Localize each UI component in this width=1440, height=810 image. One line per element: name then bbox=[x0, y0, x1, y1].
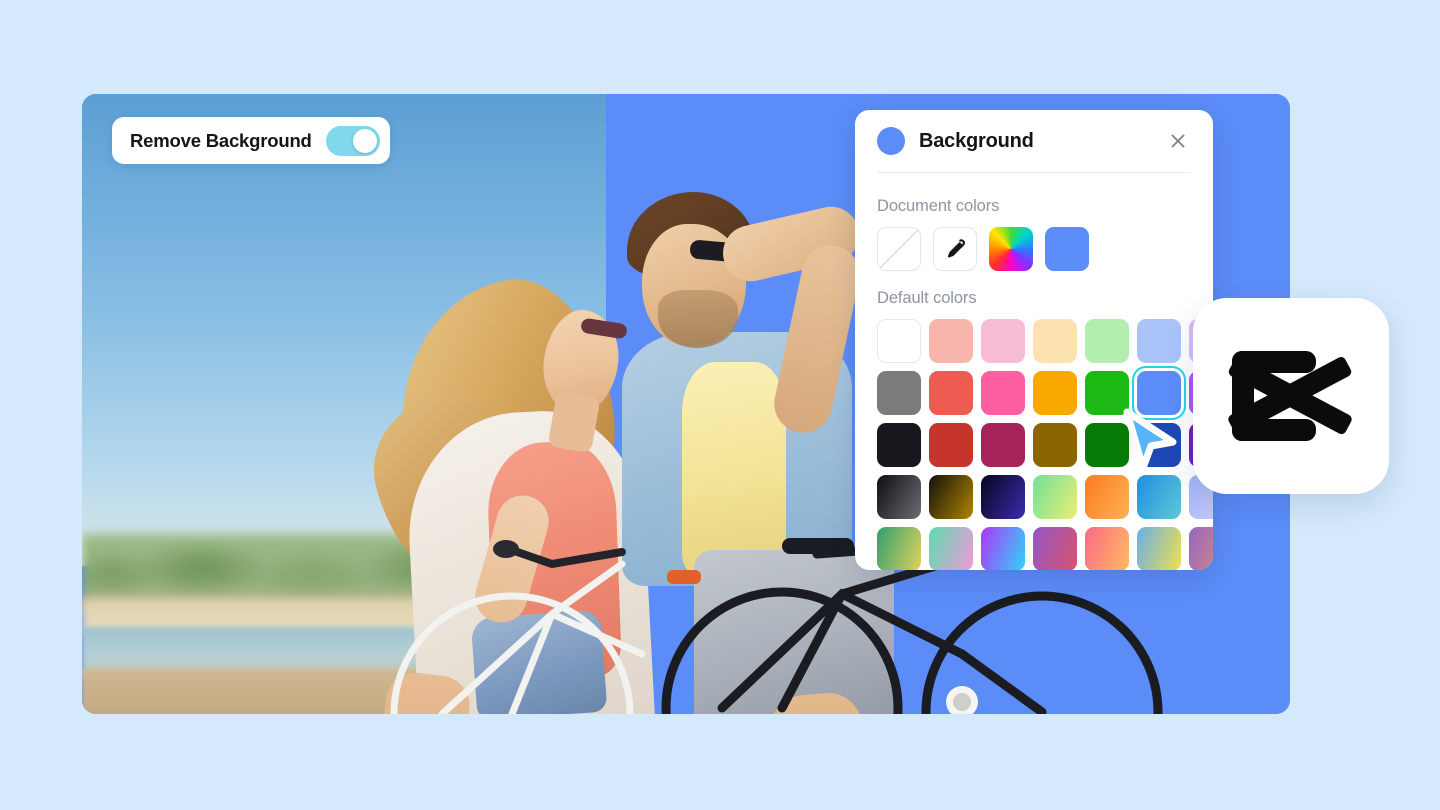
color-swatch[interactable] bbox=[877, 319, 921, 363]
panel-title: Background bbox=[919, 129, 1034, 152]
toggle-knob bbox=[352, 128, 377, 153]
color-swatch[interactable] bbox=[1085, 475, 1129, 519]
color-swatch[interactable] bbox=[929, 423, 973, 467]
current-color-swatch[interactable] bbox=[877, 127, 905, 155]
remove-background-toggle[interactable] bbox=[325, 125, 380, 156]
color-swatch[interactable] bbox=[929, 319, 973, 363]
color-swatch[interactable] bbox=[1137, 423, 1181, 467]
color-swatch[interactable] bbox=[1033, 319, 1077, 363]
color-swatch[interactable] bbox=[1085, 371, 1129, 415]
color-swatch[interactable] bbox=[1033, 475, 1077, 519]
color-swatch[interactable] bbox=[1033, 371, 1077, 415]
color-swatch[interactable] bbox=[877, 475, 921, 519]
color-wheel-swatch[interactable] bbox=[989, 227, 1033, 271]
color-swatch[interactable] bbox=[1085, 423, 1129, 467]
color-swatch[interactable] bbox=[981, 319, 1025, 363]
color-swatch[interactable] bbox=[1189, 527, 1213, 570]
capcut-logo bbox=[1228, 351, 1352, 441]
capcut-logo-card bbox=[1193, 298, 1389, 494]
close-icon[interactable] bbox=[1165, 128, 1191, 154]
color-swatch[interactable] bbox=[1137, 527, 1181, 570]
swatch-none[interactable] bbox=[877, 227, 921, 271]
color-swatch-selected[interactable] bbox=[1132, 366, 1186, 420]
remove-background-control[interactable]: Remove Background bbox=[112, 117, 390, 164]
default-colors-grid bbox=[877, 319, 1213, 570]
background-panel-body: Document colors Default colors bbox=[855, 173, 1213, 570]
color-swatch[interactable] bbox=[1033, 527, 1077, 570]
color-swatch[interactable] bbox=[929, 527, 973, 570]
color-swatch[interactable] bbox=[929, 371, 973, 415]
remove-background-label: Remove Background bbox=[130, 129, 312, 151]
color-swatch[interactable] bbox=[929, 475, 973, 519]
color-swatch[interactable] bbox=[877, 527, 921, 570]
color-swatch[interactable] bbox=[981, 527, 1025, 570]
document-colors-row bbox=[877, 227, 1191, 271]
color-swatch[interactable] bbox=[877, 423, 921, 467]
background-panel-header: Background bbox=[855, 110, 1213, 172]
default-colors-label: Default colors bbox=[877, 289, 977, 307]
eyedropper-icon[interactable] bbox=[933, 227, 977, 271]
color-swatch[interactable] bbox=[1137, 319, 1181, 363]
color-swatch[interactable] bbox=[1085, 319, 1129, 363]
color-swatch[interactable] bbox=[1085, 527, 1129, 570]
color-swatch[interactable] bbox=[981, 475, 1025, 519]
background-panel[interactable]: Background Document colors Default color… bbox=[855, 110, 1213, 570]
color-swatch[interactable] bbox=[1033, 423, 1077, 467]
color-swatch[interactable] bbox=[877, 371, 921, 415]
swatch-current-blue[interactable] bbox=[1045, 227, 1089, 271]
color-swatch[interactable] bbox=[981, 423, 1025, 467]
color-swatch[interactable] bbox=[1137, 475, 1181, 519]
color-swatch[interactable] bbox=[981, 371, 1025, 415]
document-colors-label: Document colors bbox=[877, 197, 1000, 215]
